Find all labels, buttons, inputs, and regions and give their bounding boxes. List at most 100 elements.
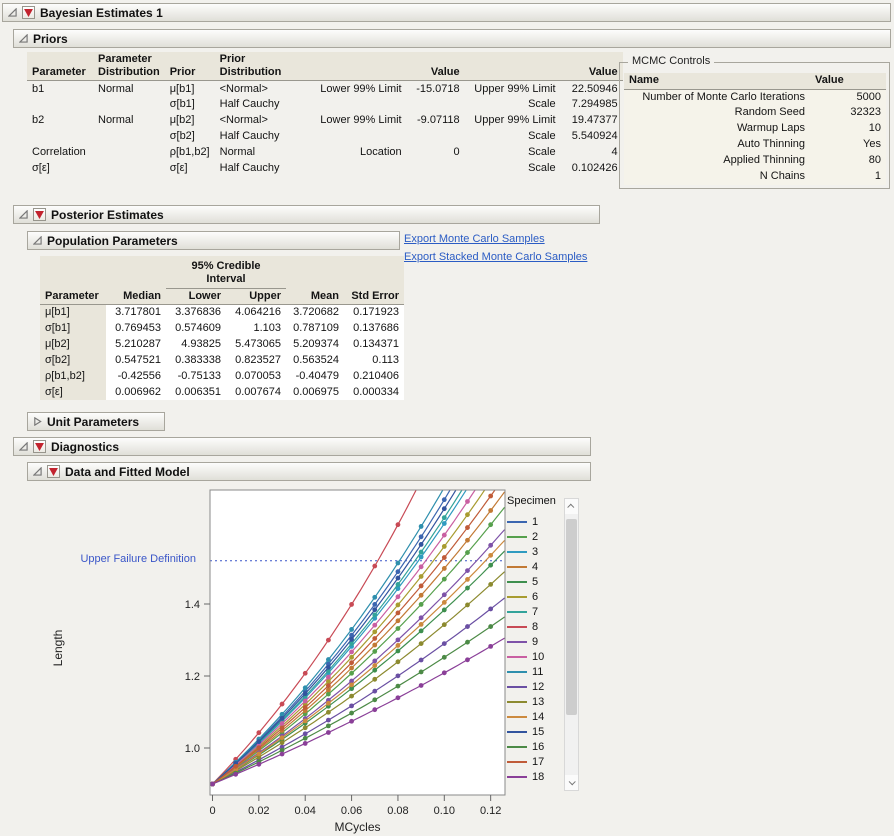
svg-text:0.02: 0.02: [248, 805, 269, 817]
scroll-down-button[interactable]: [565, 775, 578, 790]
legend-scrollbar[interactable]: [564, 498, 579, 791]
cell: 4: [561, 145, 623, 161]
cell: 3.720682: [286, 304, 344, 320]
legend-label: 8: [532, 621, 538, 633]
cell: [407, 161, 465, 177]
legend-item[interactable]: 17: [507, 754, 563, 769]
outline-diagnostics[interactable]: Diagnostics: [13, 437, 591, 456]
legend-item[interactable]: 2: [507, 529, 563, 544]
cell: 1: [810, 169, 886, 185]
legend-item[interactable]: 18: [507, 769, 563, 784]
cell: Scale: [465, 161, 561, 177]
legend-item[interactable]: 9: [507, 634, 563, 649]
fit-plot[interactable]: 1.01.21.400.020.040.060.080.100.12Length…: [0, 488, 894, 836]
cell: 3.717801: [106, 304, 166, 320]
disclosure-open-icon[interactable]: [8, 8, 17, 17]
legend-swatch-line: [507, 626, 527, 628]
legend-item[interactable]: 5: [507, 574, 563, 589]
group-header-row: 95% Credible Interval: [40, 256, 404, 288]
cell: σ[ε]: [165, 161, 215, 177]
cell: μ[b2]: [40, 336, 106, 352]
header-row: ParameterParameter DistributionPriorPrio…: [27, 52, 623, 81]
scroll-up-button[interactable]: [565, 499, 578, 514]
cell: 1.103: [226, 320, 286, 336]
scroll-track[interactable]: [565, 514, 578, 775]
cell: <Normal>: [215, 113, 311, 129]
cell: 7.294985: [561, 97, 623, 113]
cell: b1: [27, 81, 93, 97]
table-row: σ[b1]Half CauchyScale7.294985: [27, 97, 623, 113]
disclosure-closed-icon[interactable]: [33, 417, 42, 426]
legend-item[interactable]: 12: [507, 679, 563, 694]
legend-swatch-line: [507, 701, 527, 703]
disclosure-open-icon[interactable]: [19, 210, 28, 219]
table-row: Warmup Laps10: [624, 121, 886, 137]
disclosure-open-icon[interactable]: [33, 236, 42, 245]
cell: -0.75133: [166, 368, 226, 384]
legend-item[interactable]: 4: [507, 559, 563, 574]
legend-item[interactable]: 6: [507, 589, 563, 604]
red-triangle-menu-icon[interactable]: [33, 208, 46, 221]
cell: 5.540924: [561, 129, 623, 145]
svg-text:Length: Length: [51, 630, 65, 667]
legend-item[interactable]: 11: [507, 664, 563, 679]
outline-bayesian-estimates[interactable]: Bayesian Estimates 1: [2, 3, 891, 22]
legend-item[interactable]: 16: [507, 739, 563, 754]
legend-item[interactable]: 3: [507, 544, 563, 559]
legend-item[interactable]: 8: [507, 619, 563, 634]
disclosure-open-icon[interactable]: [33, 467, 42, 476]
cell: 0.070053: [226, 368, 286, 384]
cell: 0.769453: [106, 320, 166, 336]
outline-posterior-estimates[interactable]: Posterior Estimates: [13, 205, 600, 224]
chevron-up-icon: [567, 504, 574, 511]
legend-item[interactable]: 7: [507, 604, 563, 619]
cell: 5.209374: [286, 336, 344, 352]
legend-swatch-line: [507, 686, 527, 688]
cell: 0.787109: [286, 320, 344, 336]
cell: N Chains: [624, 169, 810, 185]
cell: 5.473065: [226, 336, 286, 352]
outline-population-parameters[interactable]: Population Parameters: [27, 231, 400, 250]
column-header: Mean: [286, 288, 344, 304]
legend-item[interactable]: 10: [507, 649, 563, 664]
cell: Half Cauchy: [215, 161, 311, 177]
column-header: Prior: [165, 52, 215, 81]
export-stacked-monte-carlo-samples-link[interactable]: Export Stacked Monte Carlo Samples: [404, 251, 587, 263]
header-row: NameValue: [624, 73, 886, 89]
legend-item[interactable]: 13: [507, 694, 563, 709]
cell: Half Cauchy: [215, 97, 311, 113]
scroll-thumb[interactable]: [566, 519, 577, 715]
section-title: Bayesian Estimates 1: [40, 6, 163, 20]
export-monte-carlo-samples-link[interactable]: Export Monte Carlo Samples: [404, 233, 545, 245]
legend-label: 3: [532, 546, 538, 558]
cell: [407, 129, 465, 145]
legend-label: 1: [532, 516, 538, 528]
section-title: Population Parameters: [47, 234, 178, 248]
column-header: Parameter Distribution: [93, 52, 165, 81]
column-header: Name: [624, 73, 810, 89]
disclosure-open-icon[interactable]: [19, 34, 28, 43]
cell: [93, 161, 165, 177]
red-triangle-menu-icon[interactable]: [22, 6, 35, 19]
svg-text:0.08: 0.08: [387, 805, 408, 817]
legend-item[interactable]: 14: [507, 709, 563, 724]
section-title: Unit Parameters: [47, 415, 139, 429]
outline-unit-parameters[interactable]: Unit Parameters: [27, 412, 165, 431]
cell: [93, 145, 165, 161]
outline-data-and-fitted-model[interactable]: Data and Fitted Model: [27, 462, 591, 481]
legend-item[interactable]: 15: [507, 724, 563, 739]
outline-priors[interactable]: Priors: [13, 29, 891, 48]
cell: σ[ε]: [27, 161, 93, 177]
cell: Normal: [215, 145, 311, 161]
header-row: ParameterMedianLowerUpperMeanStd Error: [40, 288, 404, 304]
disclosure-open-icon[interactable]: [19, 442, 28, 451]
table-row: μ[b2]5.2102874.938255.4730655.2093740.13…: [40, 336, 404, 352]
red-triangle-menu-icon[interactable]: [33, 440, 46, 453]
legend-swatch-line: [507, 551, 527, 553]
cell: μ[b1]: [165, 81, 215, 97]
section-title: Posterior Estimates: [51, 208, 164, 222]
legend-label: 6: [532, 591, 538, 603]
red-triangle-menu-icon[interactable]: [47, 465, 60, 478]
svg-text:0.06: 0.06: [341, 805, 362, 817]
legend-item[interactable]: 1: [507, 514, 563, 529]
